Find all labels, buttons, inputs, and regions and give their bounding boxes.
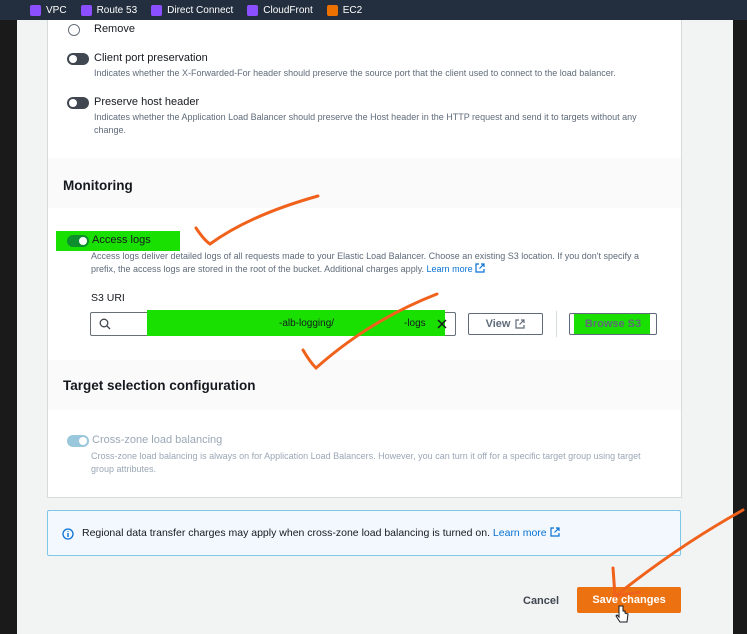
save-changes-button[interactable]: Save changes bbox=[577, 587, 681, 613]
access-logs-toggle[interactable] bbox=[67, 235, 89, 247]
clear-icon[interactable] bbox=[437, 319, 447, 329]
view-button[interactable]: View bbox=[468, 313, 543, 335]
info-alert-text-wrap: Regional data transfer charges may apply… bbox=[82, 527, 560, 539]
service-vpc[interactable]: VPC bbox=[30, 4, 67, 16]
ec2-icon bbox=[326, 4, 338, 16]
services-favorites-bar: VPC Route 53 Direct Connect CloudFront E… bbox=[0, 0, 747, 20]
browse-s3-label: Browse S3 bbox=[584, 318, 642, 330]
cancel-button[interactable]: Cancel bbox=[523, 595, 559, 607]
view-button-label: View bbox=[485, 318, 511, 330]
service-label: Direct Connect bbox=[167, 4, 234, 16]
target-selection-heading: Target selection configuration bbox=[63, 378, 256, 393]
vpc-icon bbox=[30, 4, 41, 16]
button-divider bbox=[556, 311, 557, 337]
edit-attributes-page: Remove Client port preservation Indicate… bbox=[17, 20, 733, 634]
external-link-icon bbox=[549, 527, 560, 537]
direct-connect-icon bbox=[151, 4, 163, 16]
info-icon bbox=[62, 528, 74, 540]
browse-s3-button[interactable]: Browse S3 bbox=[569, 313, 657, 335]
attributes-panel: Remove Client port preservation Indicate… bbox=[47, 20, 682, 498]
remove-radio[interactable] bbox=[68, 24, 80, 36]
access-logs-description-text: Access logs deliver detailed logs of all… bbox=[91, 251, 640, 274]
preserve-host-toggle[interactable] bbox=[67, 97, 89, 109]
monitoring-header-bg bbox=[48, 158, 681, 208]
search-icon bbox=[99, 318, 111, 330]
info-alert-text: Regional data transfer charges may apply… bbox=[82, 527, 490, 539]
save-changes-label: Save changes bbox=[592, 594, 666, 606]
service-label: EC2 bbox=[342, 4, 363, 16]
monitoring-heading: Monitoring bbox=[63, 178, 133, 193]
route53-icon bbox=[80, 4, 92, 16]
preserve-host-label: Preserve host header bbox=[94, 96, 200, 108]
s3-uri-value-part1: -alb-logging/ bbox=[279, 318, 335, 329]
service-label: Route 53 bbox=[96, 4, 138, 16]
service-direct-connect[interactable]: Direct Connect bbox=[151, 4, 234, 16]
s3-uri-value-part2: -logs bbox=[404, 318, 426, 329]
preserve-host-description: Indicates whether the Application Load B… bbox=[94, 112, 637, 135]
client-port-description: Indicates whether the X-Forwarded-For he… bbox=[94, 68, 616, 78]
service-label: CloudFront bbox=[263, 4, 313, 16]
cloudfront-icon bbox=[247, 4, 259, 16]
remove-label: Remove bbox=[94, 23, 135, 35]
service-ec2[interactable]: EC2 bbox=[326, 4, 363, 16]
s3-uri-input[interactable]: -alb-logging/ -logs bbox=[90, 310, 456, 336]
access-logs-label: Access logs bbox=[92, 234, 151, 246]
service-label: VPC bbox=[46, 4, 67, 16]
access-logs-description: Access logs deliver detailed logs of all… bbox=[91, 250, 651, 276]
cross-zone-label: Cross-zone load balancing bbox=[92, 434, 223, 446]
cross-zone-toggle bbox=[67, 435, 89, 447]
service-cloudfront[interactable]: CloudFront bbox=[247, 4, 313, 16]
s3-uri-label: S3 URI bbox=[91, 292, 125, 304]
info-alert: Regional data transfer charges may apply… bbox=[47, 510, 681, 556]
service-route53[interactable]: Route 53 bbox=[80, 4, 138, 16]
cross-zone-description: Cross-zone load balancing is always on f… bbox=[91, 451, 641, 474]
access-logs-learn-more-link[interactable]: Learn more bbox=[427, 264, 473, 274]
client-port-label: Client port preservation bbox=[94, 52, 208, 64]
external-link-icon bbox=[515, 319, 526, 329]
info-learn-more-link[interactable]: Learn more bbox=[493, 527, 547, 539]
external-link-icon bbox=[475, 263, 485, 273]
client-port-toggle[interactable] bbox=[67, 53, 89, 65]
